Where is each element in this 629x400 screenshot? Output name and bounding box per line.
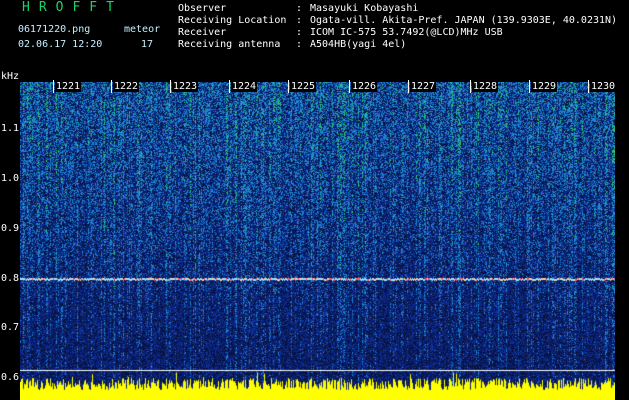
meteor-label: meteor (124, 24, 161, 35)
time-tick-mark (111, 80, 112, 93)
info-label: Receiving antenna (178, 39, 281, 50)
meteor-count: 17 (141, 39, 154, 50)
y-tick-label: 1.0 (0, 173, 19, 184)
time-tick-label: 1228 (472, 81, 499, 92)
info-value: A504HB(yagi 4el) (310, 39, 407, 50)
time-tick-mark (53, 80, 54, 93)
info-value: Ogata-vill. Akita-Pref. JAPAN (139.9303E… (310, 15, 618, 26)
spectrogram-plot[interactable] (20, 82, 615, 400)
time-tick-label: 1221 (55, 81, 82, 92)
y-tick-label: 0.8 (0, 273, 19, 284)
date-time: 02.06.17 12:20 (18, 39, 103, 50)
app-title: HROFFT (22, 0, 123, 15)
header-panel: HROFFT 06171220.png 02.06.17 12:20 meteo… (0, 0, 629, 80)
file-name: 06171220.png (18, 24, 91, 35)
info-row-receiver: Receiver: ICOM IC-575 53.7492(@LCD)MHz US… (178, 27, 503, 38)
time-tick-mark (288, 80, 289, 93)
info-label: Observer (178, 3, 227, 14)
info-row-location: Receiving Location: Ogata-vill. Akita-Pre… (178, 15, 618, 26)
time-tick-mark (170, 80, 171, 93)
time-tick-label: 1227 (410, 81, 437, 92)
info-value: Masayuki Kobayashi (310, 3, 419, 14)
info-label: Receiving Location (178, 15, 287, 26)
time-tick-label: 1226 (351, 81, 378, 92)
spectrogram-canvas[interactable] (20, 82, 615, 400)
time-tick-label: 1230 (590, 81, 617, 92)
y-tick-label: 0.7 (0, 322, 19, 333)
y-tick-label: 0.9 (0, 223, 19, 234)
station-info: Observer: Masayuki Kobayashi Receiving Lo… (178, 3, 617, 51)
time-tick-label: 1223 (172, 81, 199, 92)
time-tick-mark (408, 80, 409, 93)
time-tick-mark (529, 80, 530, 93)
info-row-antenna: Receiving antenna: A504HB(yagi 4el) (178, 39, 407, 50)
info-row-observer: Observer: Masayuki Kobayashi (178, 3, 419, 14)
info-label: Receiver (178, 27, 227, 38)
y-tick-label: 0.6 (0, 372, 19, 383)
time-tick-mark (229, 80, 230, 93)
time-tick-label: 1229 (531, 81, 558, 92)
y-unit-label: kHz (1, 71, 20, 82)
time-tick-mark (349, 80, 350, 93)
info-value: ICOM IC-575 53.7492(@LCD)MHz USB (310, 27, 503, 38)
time-tick-mark (470, 80, 471, 93)
time-tick-label: 1222 (113, 81, 140, 92)
time-tick-label: 1224 (231, 81, 258, 92)
time-tick-label: 1225 (290, 81, 317, 92)
y-tick-label: 1.1 (0, 123, 19, 134)
time-tick-mark (588, 80, 589, 93)
